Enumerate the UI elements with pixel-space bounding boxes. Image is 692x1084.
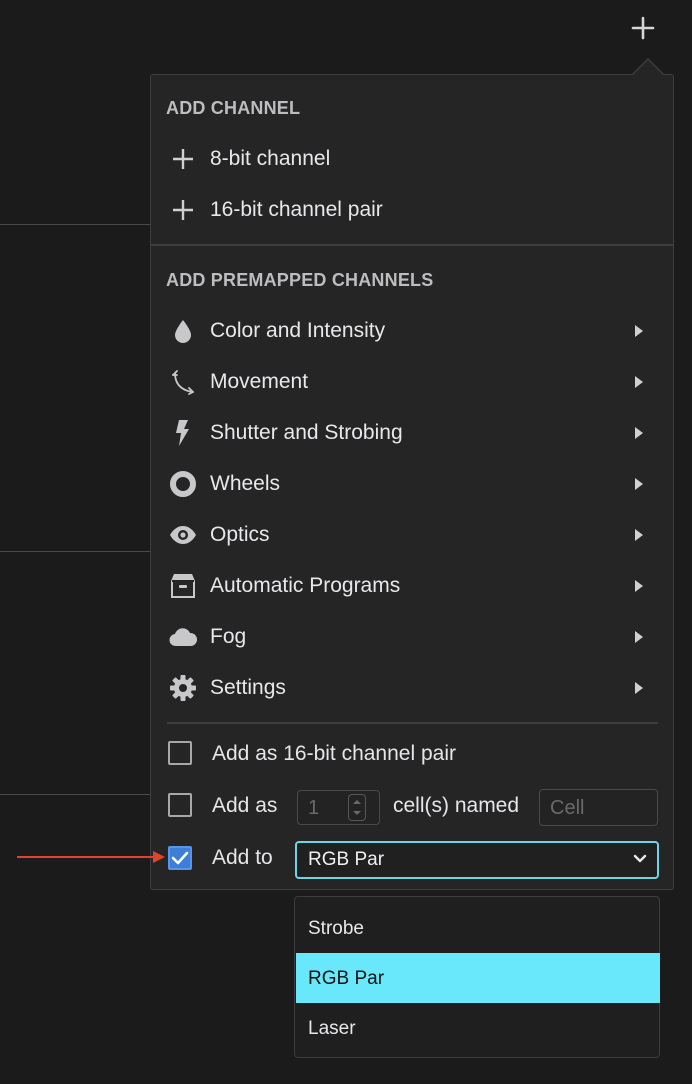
box-icon	[169, 572, 197, 600]
submenu-arrow-icon	[635, 631, 643, 643]
chevron-down-icon	[633, 854, 647, 863]
submenu-arrow-icon	[635, 325, 643, 337]
menu-item-shutter-strobing[interactable]: Shutter and Strobing	[151, 410, 673, 456]
menu-item-label: Shutter and Strobing	[210, 421, 403, 444]
menu-item-label: Automatic Programs	[210, 574, 401, 597]
add-to-label: Add to	[212, 846, 273, 869]
menu-item-label: Optics	[210, 523, 270, 546]
plus-icon	[169, 145, 197, 173]
section-divider	[151, 244, 673, 246]
cell-count-stepper[interactable]: 1	[297, 790, 380, 825]
add-as-cells-checkbox[interactable]	[168, 793, 192, 817]
submenu-arrow-icon	[635, 580, 643, 592]
section-title-add-channel: ADD CHANNEL	[166, 98, 301, 118]
background-divider	[0, 551, 150, 552]
submenu-arrow-icon	[635, 682, 643, 694]
menu-item-label: 16-bit channel pair	[210, 198, 383, 221]
submenu-arrow-icon	[635, 529, 643, 541]
eye-icon	[169, 521, 197, 549]
menu-item-wheels[interactable]: Wheels	[151, 461, 673, 507]
cell-name-placeholder: Cell	[550, 797, 585, 819]
menu-item-label: Color and Intensity	[210, 319, 386, 342]
add-to-checkbox[interactable]	[168, 846, 192, 870]
cloud-icon	[169, 623, 197, 651]
move-arrow-icon	[169, 368, 197, 396]
menu-item-automatic-programs[interactable]: Automatic Programs	[151, 563, 673, 609]
add-to-select[interactable]: RGB Par	[295, 841, 659, 879]
dropdown-option-laser[interactable]: Laser	[296, 1003, 660, 1053]
cell-name-input[interactable]: Cell	[539, 789, 658, 826]
add-to-selected-value: RGB Par	[308, 849, 385, 870]
add-as-pair-checkbox[interactable]	[168, 741, 192, 765]
add-to-dropdown-list: Strobe RGB Par Laser	[294, 896, 660, 1058]
plus-icon	[169, 196, 197, 224]
dropdown-option-label: Laser	[308, 1018, 356, 1039]
section-title-premapped: ADD PREMAPPED CHANNELS	[166, 270, 434, 290]
plus-icon	[631, 16, 655, 40]
stepper-arrows-icon[interactable]	[348, 794, 366, 821]
add-as-label: Add as	[212, 794, 278, 817]
dropdown-option-strobe[interactable]: Strobe	[296, 903, 660, 953]
cells-named-label: cell(s) named	[393, 794, 520, 817]
menu-item-movement[interactable]: Movement	[151, 359, 673, 405]
menu-item-color-intensity[interactable]: Color and Intensity	[151, 308, 673, 354]
cell-count-value: 1	[308, 797, 320, 819]
submenu-arrow-icon	[635, 376, 643, 388]
menu-item-label: Fog	[210, 625, 247, 648]
menu-item-fog[interactable]: Fog	[151, 614, 673, 660]
menu-item-16bit-channel-pair[interactable]: 16-bit channel pair	[151, 187, 673, 233]
menu-item-label: Settings	[210, 676, 286, 699]
background-divider	[0, 794, 150, 795]
add-as-pair-label: Add as 16-bit channel pair	[212, 742, 456, 765]
menu-item-8bit-channel[interactable]: 8-bit channel	[151, 136, 673, 182]
options-divider	[167, 722, 658, 724]
popover-caret-fill	[633, 60, 663, 75]
background-divider	[0, 224, 150, 225]
dropdown-option-label: Strobe	[308, 918, 364, 939]
menu-item-label: Movement	[210, 370, 309, 393]
submenu-arrow-icon	[635, 427, 643, 439]
dropdown-option-label: RGB Par	[308, 968, 385, 989]
add-button[interactable]	[630, 15, 656, 41]
menu-item-settings[interactable]: Settings	[151, 665, 673, 711]
dropdown-option-rgb-par[interactable]: RGB Par	[296, 953, 660, 1003]
checkmark-icon	[171, 851, 189, 865]
bolt-icon	[169, 419, 197, 447]
droplet-icon	[169, 317, 197, 345]
ring-icon	[169, 470, 197, 498]
menu-item-label: 8-bit channel	[210, 147, 331, 170]
menu-item-optics[interactable]: Optics	[151, 512, 673, 558]
gear-icon	[169, 674, 197, 702]
submenu-arrow-icon	[635, 478, 643, 490]
annotation-arrow-icon	[17, 851, 165, 863]
menu-item-label: Wheels	[210, 472, 281, 495]
